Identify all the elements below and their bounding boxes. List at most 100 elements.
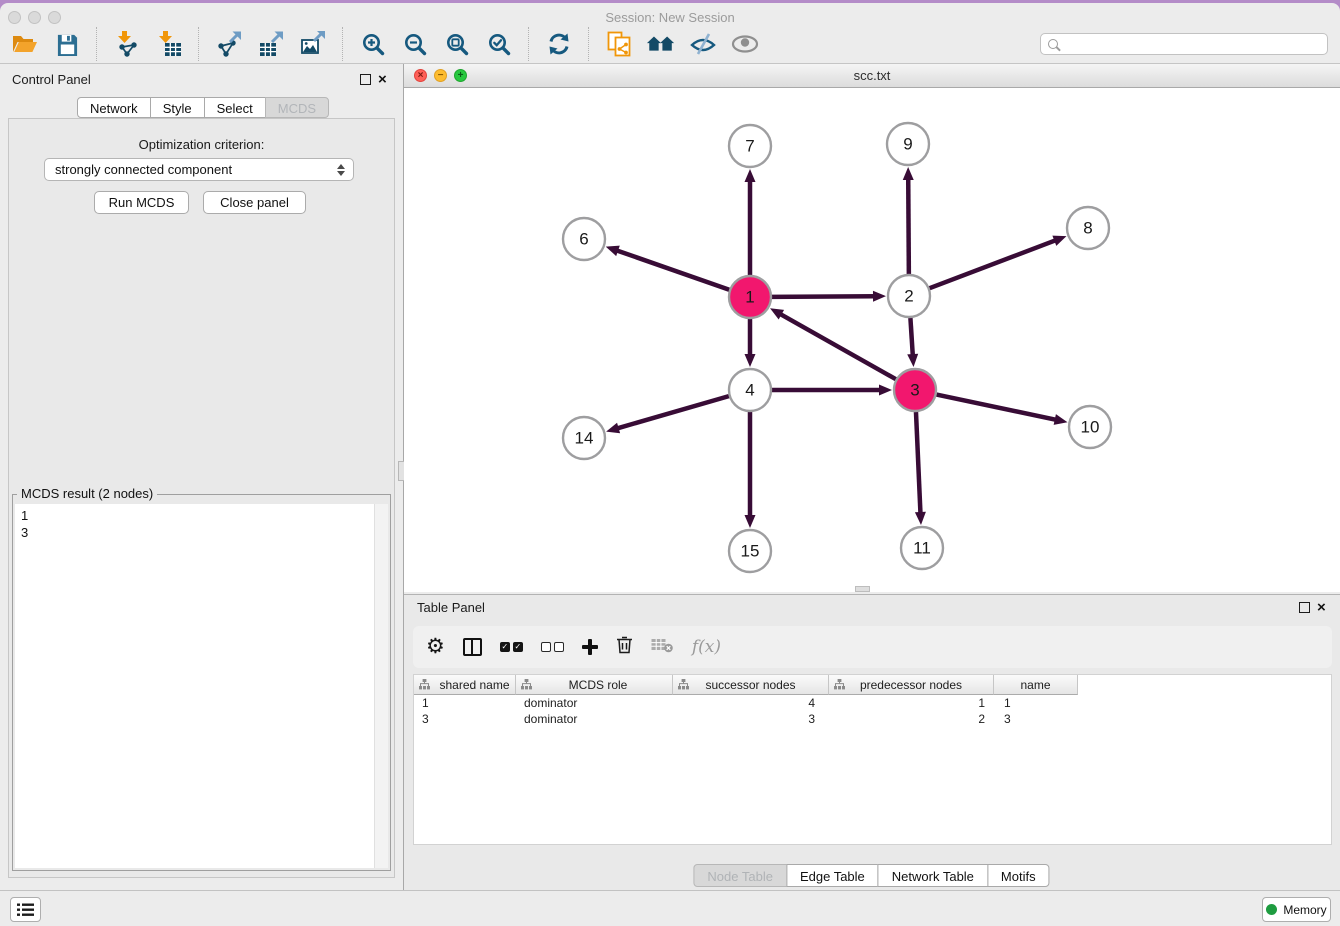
zoom-in-icon[interactable]	[358, 29, 388, 59]
tab-network[interactable]: Network	[77, 97, 151, 118]
graph-edge-arrowhead	[745, 354, 756, 367]
search-input[interactable]	[1063, 36, 1327, 52]
table-row[interactable]: 1 dominator 4 1 1	[414, 695, 1331, 711]
apply-function-icon: f(x)	[692, 637, 721, 657]
tab-motifs[interactable]: Motifs	[987, 864, 1050, 887]
memory-button[interactable]: Memory	[1262, 897, 1331, 922]
mcds-result-textarea[interactable]: 1 3	[15, 504, 388, 868]
cell-name[interactable]: 3	[994, 711, 1078, 727]
graph-edge-3-11[interactable]	[916, 412, 921, 514]
control-panel-float-icon[interactable]	[360, 74, 371, 85]
control-panel-title: Control Panel	[12, 72, 91, 87]
tab-network-table[interactable]: Network Table	[878, 864, 988, 887]
network-canvas[interactable]: 7968124314101511	[404, 88, 1340, 592]
search-box[interactable]	[1040, 33, 1328, 55]
toolbar-separator	[198, 27, 200, 61]
first-neighbors-icon[interactable]	[646, 29, 676, 59]
close-panel-button[interactable]: Close panel	[203, 191, 306, 214]
graph-edge-2-8[interactable]	[930, 240, 1057, 288]
header-filler	[1078, 675, 1331, 695]
graph-node-label: 15	[741, 542, 760, 561]
tab-mcds[interactable]: MCDS	[265, 97, 329, 118]
table-settings-icon[interactable]	[426, 636, 445, 658]
graph-edge-1-6[interactable]	[616, 250, 729, 290]
screen: Session: New Session	[0, 0, 1340, 926]
graph-edge-4-14[interactable]	[617, 396, 729, 428]
main-toolbar	[0, 25, 1340, 64]
tab-style[interactable]: Style	[150, 97, 205, 118]
cell-name[interactable]: 1	[994, 695, 1078, 711]
table-row[interactable]: 3 dominator 3 2 3	[414, 711, 1331, 727]
export-image-icon[interactable]	[298, 29, 328, 59]
network-view-title: scc.txt	[404, 68, 1340, 83]
delete-column-icon[interactable]	[616, 635, 633, 659]
column-header-mcds-role[interactable]: MCDS role	[516, 675, 673, 695]
graph-edge-1-2[interactable]	[772, 296, 875, 297]
toolbar-separator	[588, 27, 590, 61]
graph-edge-arrowhead	[1054, 414, 1068, 425]
graph-edge-arrowhead	[745, 169, 756, 182]
cell-shared-name[interactable]: 3	[414, 711, 516, 727]
toggle-panels-icon[interactable]	[463, 638, 482, 656]
column-header-name[interactable]: name	[994, 675, 1078, 695]
cell-predecessor-nodes[interactable]: 1	[829, 695, 994, 711]
main-titlebar: Session: New Session	[0, 3, 1340, 25]
cell-mcds-role[interactable]: dominator	[516, 695, 673, 711]
open-session-icon[interactable]	[10, 29, 40, 59]
graph-edge-2-3[interactable]	[910, 318, 912, 356]
duplicate-network-icon[interactable]	[604, 29, 634, 59]
cell-successor-nodes[interactable]: 4	[673, 695, 829, 711]
control-panel-close-icon[interactable]	[378, 74, 387, 86]
tab-node-table[interactable]: Node Table	[693, 864, 787, 887]
toolbar-separator	[96, 27, 98, 61]
graph-edge-3-10[interactable]	[937, 395, 1057, 420]
cell-mcds-role[interactable]: dominator	[516, 711, 673, 727]
export-network-icon[interactable]	[214, 29, 244, 59]
run-mcds-button[interactable]: Run MCDS	[94, 191, 189, 214]
zoom-out-icon[interactable]	[400, 29, 430, 59]
graph-edge-arrowhead	[606, 246, 620, 256]
graph-edge-2-9[interactable]	[908, 178, 909, 274]
graph-edge-arrowhead	[903, 167, 914, 180]
hide-selected-icon[interactable]	[688, 29, 718, 59]
table-panel-close-icon[interactable]	[1317, 602, 1326, 614]
graph-edge-arrowhead	[1052, 236, 1066, 246]
select-all-icon[interactable]	[500, 642, 523, 652]
memory-status-icon	[1266, 904, 1277, 915]
result-scrollbar[interactable]	[374, 504, 388, 868]
zoom-selected-icon[interactable]	[484, 29, 514, 59]
refresh-layout-icon[interactable]	[544, 29, 574, 59]
network-view-frame: scc.txt 7968124314101511	[404, 64, 1340, 592]
tab-select[interactable]: Select	[204, 97, 266, 118]
column-header-shared-name[interactable]: shared name	[414, 675, 516, 695]
task-history-button[interactable]	[10, 897, 41, 922]
column-header-predecessor-nodes[interactable]: predecessor nodes	[829, 675, 994, 695]
network-table-divider-handle[interactable]	[855, 586, 870, 592]
column-label: successor nodes	[705, 678, 795, 692]
optimization-criterion-select[interactable]: strongly connected component	[44, 158, 354, 181]
cell-shared-name[interactable]: 1	[414, 695, 516, 711]
toolbar-separator	[528, 27, 530, 61]
deselect-all-icon[interactable]	[541, 642, 564, 652]
mcds-result-title: MCDS result (2 nodes)	[17, 486, 157, 501]
zoom-fit-icon[interactable]	[442, 29, 472, 59]
export-table-icon[interactable]	[256, 29, 286, 59]
graph-edge-arrowhead	[745, 515, 756, 528]
network-view-titlebar: scc.txt	[404, 64, 1340, 88]
import-table-icon[interactable]	[154, 29, 184, 59]
show-all-icon[interactable]	[730, 29, 760, 59]
cell-predecessor-nodes[interactable]: 2	[829, 711, 994, 727]
table-panel-title: Table Panel	[417, 600, 485, 615]
graph-edge-arrowhead	[873, 291, 886, 302]
column-header-successor-nodes[interactable]: successor nodes	[673, 675, 829, 695]
cell-successor-nodes[interactable]: 3	[673, 711, 829, 727]
graph-edge-3-1[interactable]	[780, 314, 896, 380]
graph-node-label: 2	[904, 287, 913, 306]
import-network-icon[interactable]	[112, 29, 142, 59]
tab-edge-table[interactable]: Edge Table	[786, 864, 879, 887]
save-session-icon[interactable]	[52, 29, 82, 59]
graph-node-label: 3	[910, 381, 919, 400]
graph-edge-arrowhead	[907, 354, 918, 367]
add-column-icon[interactable]	[582, 639, 598, 655]
table-panel-float-icon[interactable]	[1299, 602, 1310, 613]
